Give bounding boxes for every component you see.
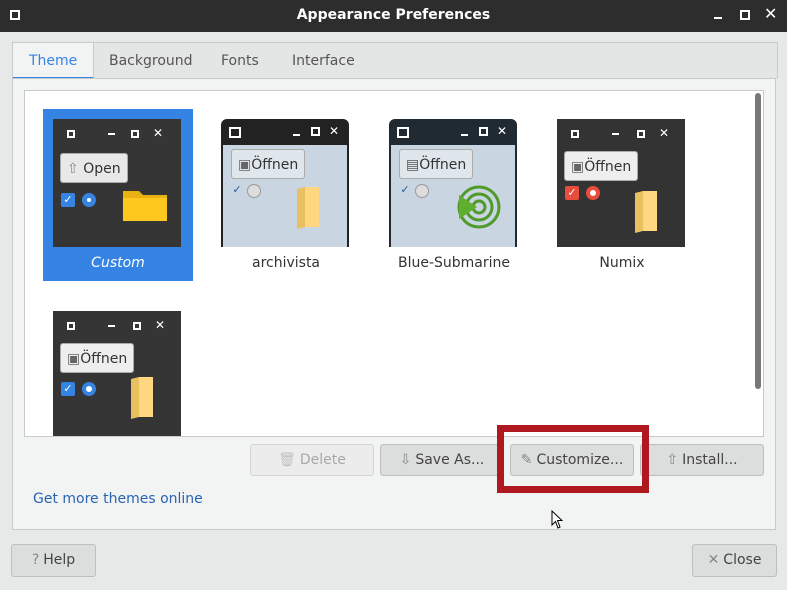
close-icon: ✕ bbox=[155, 318, 166, 332]
tab-fonts[interactable]: Fonts bbox=[205, 43, 275, 79]
minimize-icon bbox=[108, 133, 115, 135]
folder-icon bbox=[297, 187, 319, 229]
folder-icon bbox=[123, 191, 167, 221]
highlight-box bbox=[497, 425, 649, 493]
checkbox-icon: ✓ bbox=[61, 193, 75, 207]
maximize-icon bbox=[131, 130, 139, 138]
tab-interface[interactable]: Interface bbox=[276, 43, 371, 79]
minimize-icon bbox=[108, 325, 115, 327]
window-titlebar[interactable]: Appearance Preferences ✕ bbox=[0, 0, 787, 32]
theme-item-blue-submarine[interactable]: ✕ ▤Öffnen ✓ Blue-Submarine bbox=[379, 109, 529, 281]
delete-button[interactable]: 🗑 Delete bbox=[250, 444, 374, 476]
close-icon: ✕ bbox=[707, 552, 720, 568]
checkbox-icon: ✓ bbox=[565, 186, 579, 200]
save-icon: ⇩ bbox=[399, 452, 412, 468]
menu-icon bbox=[67, 322, 75, 330]
tab-theme[interactable]: Theme bbox=[13, 43, 95, 79]
menu-icon bbox=[397, 127, 409, 138]
close-button[interactable]: ✕ Close bbox=[692, 544, 777, 577]
theme-name: Numix bbox=[599, 255, 645, 271]
image-icon: ▣ bbox=[571, 159, 585, 175]
theme-name: Blue-Submarine bbox=[397, 255, 511, 271]
menu-icon bbox=[571, 130, 579, 138]
scrollbar-thumb[interactable] bbox=[755, 93, 761, 389]
radio-icon bbox=[82, 193, 96, 207]
mouse-cursor-icon bbox=[551, 510, 564, 529]
menu-icon bbox=[229, 127, 241, 138]
image-icon: ▣ bbox=[238, 157, 252, 173]
theme-name: archivista bbox=[251, 255, 321, 271]
theme-preview: ✕ ⇧ Open ✓ bbox=[53, 119, 181, 247]
maximize-icon bbox=[133, 322, 141, 330]
checkbox-icon: ✓ bbox=[400, 183, 410, 196]
help-icon: ? bbox=[31, 552, 40, 568]
image-icon: ▣ bbox=[67, 351, 81, 367]
radio-icon bbox=[415, 184, 429, 198]
checkbox-icon: ✓ bbox=[232, 183, 242, 196]
minimize-icon bbox=[293, 134, 300, 136]
theme-item-numix[interactable]: ✕ ▣Öffnen ✓ Numix bbox=[547, 109, 697, 281]
theme-item-archivista[interactable]: ✕ ▣Öffnen ✓ archivista bbox=[211, 109, 361, 281]
preview-open-button: ▤Öffnen bbox=[399, 149, 474, 179]
save-as-button[interactable]: ⇩ Save As... bbox=[380, 444, 504, 476]
minimize-icon[interactable] bbox=[714, 17, 722, 19]
tab-bar: Theme Background Fonts Interface bbox=[12, 42, 778, 79]
maximize-icon bbox=[637, 130, 645, 138]
upload-icon: ⇧ bbox=[67, 161, 79, 177]
preview-open-button: ▣Öffnen bbox=[231, 149, 306, 179]
window-title: Appearance Preferences bbox=[296, 7, 491, 23]
menu-icon bbox=[67, 130, 75, 138]
theme-item-custom[interactable]: ✕ ⇧ Open ✓ Custom bbox=[43, 109, 193, 281]
radio-icon bbox=[82, 382, 96, 396]
theme-preview: ✕ ▣Öffnen ✓ bbox=[221, 119, 349, 247]
get-more-themes-link[interactable]: Get more themes online bbox=[33, 491, 203, 507]
maximize-icon[interactable] bbox=[740, 10, 750, 20]
maximize-icon bbox=[311, 127, 320, 136]
folder-icon bbox=[131, 377, 153, 419]
theme-item-5[interactable]: ✕ ▣Öffnen ✓ bbox=[43, 301, 193, 436]
theme-preview: ✕ ▤Öffnen ✓ bbox=[389, 119, 517, 247]
close-icon: ✕ bbox=[497, 124, 508, 138]
radio-icon bbox=[247, 184, 261, 198]
minimize-icon bbox=[612, 133, 619, 135]
theme-gallery[interactable]: ✕ ⇧ Open ✓ Custom ✕ ▣Öffnen ✓ archivista… bbox=[24, 90, 764, 437]
trash-icon: 🗑 bbox=[278, 452, 296, 468]
radio-icon bbox=[586, 186, 600, 200]
theme-preview: ✕ ▣Öffnen ✓ bbox=[557, 119, 685, 247]
close-icon: ✕ bbox=[659, 126, 670, 140]
theme-preview: ✕ ▣Öffnen ✓ bbox=[53, 311, 181, 436]
theme-name: Custom bbox=[91, 255, 145, 271]
gallery-scrollbar[interactable] bbox=[755, 93, 761, 429]
preview-open-button: ▣Öffnen bbox=[60, 343, 135, 373]
folder-icon bbox=[635, 191, 657, 233]
checkbox-icon: ✓ bbox=[61, 382, 75, 396]
close-icon: ✕ bbox=[329, 124, 340, 138]
minimize-icon bbox=[461, 134, 468, 136]
preview-open-button: ▣Öffnen bbox=[564, 151, 639, 181]
install-button[interactable]: ⇧ Install... bbox=[640, 444, 764, 476]
help-button[interactable]: ? Help bbox=[11, 544, 96, 577]
close-window-icon[interactable]: ✕ bbox=[764, 6, 777, 22]
maximize-icon bbox=[479, 127, 488, 136]
close-icon: ✕ bbox=[153, 126, 164, 140]
tab-background[interactable]: Background bbox=[93, 43, 209, 79]
folder-small-icon: ▤ bbox=[406, 157, 420, 173]
preview-open-button: ⇧ Open bbox=[60, 153, 128, 183]
upload-icon: ⇧ bbox=[666, 452, 679, 468]
media-play-icon bbox=[457, 185, 501, 229]
